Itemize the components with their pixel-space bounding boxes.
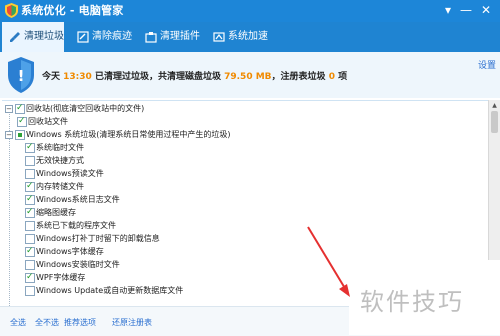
- watermark: 软件技巧: [360, 288, 464, 316]
